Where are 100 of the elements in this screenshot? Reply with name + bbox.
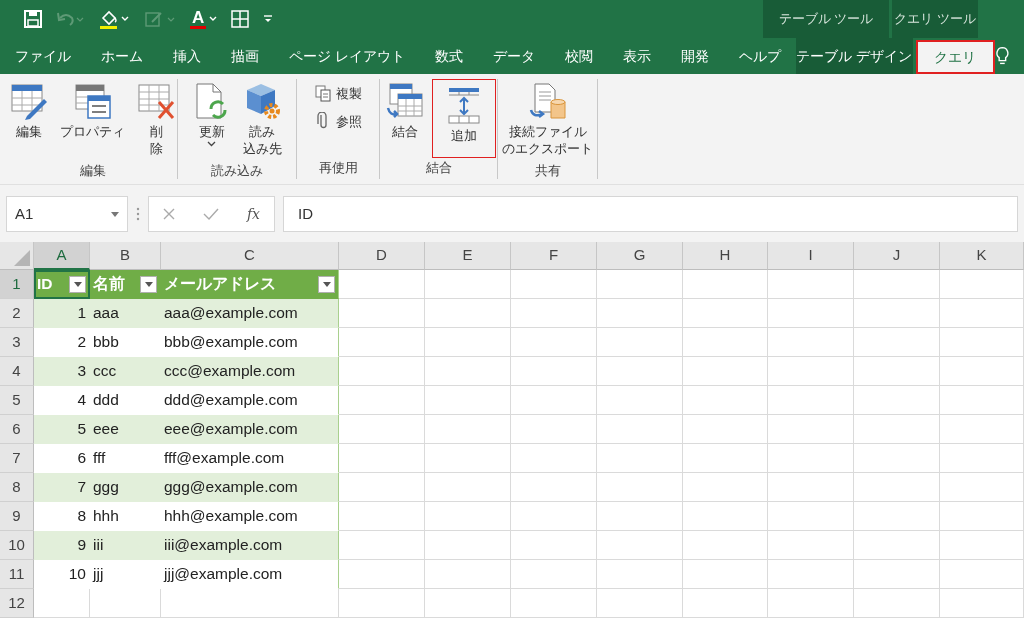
grid-cell[interactable] <box>940 357 1024 386</box>
grid-cell[interactable] <box>511 357 597 386</box>
grid-cell[interactable] <box>683 531 768 560</box>
undo-icon[interactable] <box>56 11 84 27</box>
grid-cell[interactable] <box>940 386 1024 415</box>
grid-cell[interactable] <box>511 560 597 589</box>
column-header[interactable]: K <box>940 242 1024 270</box>
grid-cell[interactable] <box>854 270 940 299</box>
grid-cell[interactable] <box>511 328 597 357</box>
grid-cell[interactable] <box>768 560 854 589</box>
ribbon-button[interactable]: 更新 <box>188 79 235 161</box>
column-header[interactable]: I <box>768 242 854 270</box>
grid-cell[interactable] <box>90 589 161 618</box>
grid-cell[interactable] <box>683 299 768 328</box>
grid-cell[interactable] <box>425 589 511 618</box>
grid-cell[interactable] <box>339 589 425 618</box>
grid-cell[interactable] <box>34 589 90 618</box>
grid-cell[interactable] <box>683 357 768 386</box>
grid-cell[interactable] <box>854 444 940 473</box>
ribbon-button[interactable]: 参照 <box>310 110 366 132</box>
grid-cell[interactable] <box>940 444 1024 473</box>
grid-cell[interactable] <box>425 386 511 415</box>
row-header[interactable]: 3 <box>0 328 34 357</box>
ribbon-button[interactable]: 削 除 <box>133 79 179 161</box>
row-header[interactable]: 4 <box>0 357 34 386</box>
ribbon-button[interactable]: 編集 <box>6 79 52 161</box>
grid-cell[interactable] <box>597 502 683 531</box>
ribbon-button[interactable]: 接続ファイル のエクスポート <box>498 79 597 161</box>
grid-cell[interactable] <box>597 386 683 415</box>
insert-function-button[interactable]: fx <box>246 203 260 225</box>
grid-cell[interactable] <box>683 270 768 299</box>
grid-cell[interactable] <box>597 299 683 328</box>
fill-color-icon[interactable] <box>98 8 130 30</box>
ribbon-button[interactable]: 複製 <box>310 83 366 105</box>
filter-button[interactable] <box>318 275 335 293</box>
ribbon-tab[interactable]: ヘルプ <box>723 38 796 74</box>
grid-cell[interactable] <box>683 328 768 357</box>
grid-cell[interactable] <box>597 560 683 589</box>
name-box[interactable]: A1 <box>6 196 128 232</box>
grid-cell[interactable] <box>683 444 768 473</box>
grid-cell[interactable] <box>854 328 940 357</box>
grid-cell[interactable] <box>339 270 425 299</box>
grid-cell[interactable] <box>339 531 425 560</box>
row-header[interactable]: 5 <box>0 386 34 415</box>
grid-cell[interactable] <box>768 444 854 473</box>
grid-cell[interactable] <box>854 502 940 531</box>
grid-cell[interactable] <box>511 299 597 328</box>
grid-cell[interactable] <box>339 299 425 328</box>
grid-cell[interactable] <box>597 473 683 502</box>
customize-icon[interactable] <box>263 14 274 24</box>
select-all-button[interactable] <box>0 242 34 270</box>
grid-cell[interactable] <box>683 473 768 502</box>
ribbon-tab[interactable]: ホーム <box>86 38 158 74</box>
ribbon-tab[interactable]: 挿入 <box>158 38 216 74</box>
column-header[interactable]: H <box>683 242 768 270</box>
grid-cell[interactable] <box>511 270 597 299</box>
column-header[interactable]: C <box>161 242 339 270</box>
font-color-button[interactable]: A <box>190 9 218 29</box>
grid-cell[interactable] <box>940 560 1024 589</box>
grid-cell[interactable] <box>511 473 597 502</box>
grid-cell[interactable] <box>511 386 597 415</box>
grid-cell[interactable] <box>597 444 683 473</box>
grid-cell[interactable] <box>768 502 854 531</box>
ribbon-tab[interactable]: テーブル デザイン <box>795 38 913 74</box>
ribbon-tab[interactable]: 数式 <box>419 38 478 74</box>
grid-cell[interactable] <box>339 415 425 444</box>
ribbon-button[interactable]: 結合 <box>381 79 428 158</box>
grid-cell[interactable] <box>597 589 683 618</box>
grid-cell[interactable] <box>683 560 768 589</box>
row-header[interactable]: 8 <box>0 473 34 502</box>
grid-cell[interactable] <box>940 299 1024 328</box>
filter-button[interactable] <box>140 275 157 293</box>
ribbon-tab[interactable]: 表示 <box>607 38 666 74</box>
grid-cell[interactable] <box>339 357 425 386</box>
ribbon-button[interactable]: 読み 込み先 <box>238 79 286 161</box>
grid-cell[interactable] <box>854 531 940 560</box>
grid-cell[interactable] <box>854 386 940 415</box>
grid-cell[interactable] <box>940 473 1024 502</box>
row-header[interactable]: 9 <box>0 502 34 531</box>
column-header[interactable]: B <box>90 242 161 270</box>
ribbon-tab[interactable]: 描画 <box>216 38 274 74</box>
grid-cell[interactable] <box>425 357 511 386</box>
ribbon-tab[interactable]: データ <box>477 38 550 74</box>
grid-cell[interactable] <box>511 415 597 444</box>
grid-cell[interactable] <box>339 444 425 473</box>
grid-cell[interactable] <box>940 589 1024 618</box>
ribbon-tab[interactable]: 校閲 <box>549 38 608 74</box>
column-header[interactable]: E <box>425 242 511 270</box>
grid-cell[interactable] <box>339 502 425 531</box>
column-header[interactable]: J <box>854 242 940 270</box>
grid-cell[interactable] <box>425 444 511 473</box>
ribbon-tab[interactable]: ファイル <box>0 38 86 74</box>
grid-cell[interactable] <box>425 473 511 502</box>
row-header[interactable]: 11 <box>0 560 34 589</box>
grid-cell[interactable] <box>597 357 683 386</box>
grid-cell[interactable] <box>425 299 511 328</box>
save-icon[interactable] <box>24 10 42 28</box>
grid-cell[interactable] <box>511 444 597 473</box>
grid-cell[interactable] <box>597 415 683 444</box>
grid-cell[interactable] <box>768 415 854 444</box>
